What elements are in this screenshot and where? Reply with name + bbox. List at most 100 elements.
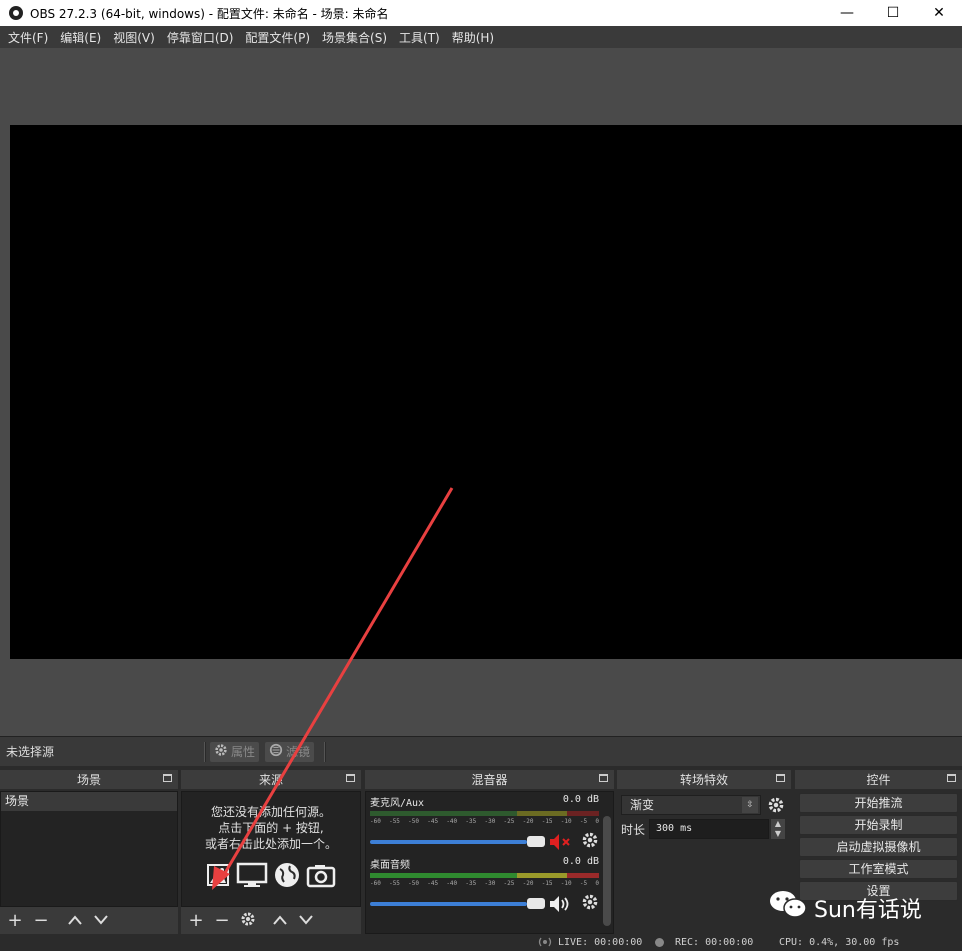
transition-select[interactable]: 渐变 ⇳ — [621, 795, 761, 815]
watermark: Sun有话说 — [768, 889, 922, 927]
sources-list[interactable]: 您还没有添加任何源。 点击下面的 + 按钮, 或者右击此处添加一个。 — [181, 791, 361, 907]
rec-time: REC: 00:00:00 — [675, 937, 754, 948]
gear-icon — [214, 743, 228, 760]
toolbar-divider — [204, 741, 206, 762]
menu-profile[interactable]: 配置文件(P) — [239, 29, 316, 46]
speaker-icon[interactable] — [549, 895, 573, 913]
desktop-audio-settings-gear-icon[interactable] — [581, 893, 599, 914]
scenes-dock-header: 场景 — [0, 770, 178, 789]
mixer-dock-title: 混音器 — [471, 773, 508, 787]
undock-icon[interactable] — [776, 774, 785, 782]
source-toolbar: 未选择源 属性 滤镜 — [0, 736, 962, 766]
empty-hint-line: 点击下面的 + 按钮, — [218, 821, 324, 835]
scenes-footer: + − — [0, 907, 178, 934]
menu-docks[interactable]: 停靠窗口(D) — [161, 29, 240, 46]
start-recording-button[interactable]: 开始录制 — [799, 815, 958, 835]
close-button[interactable]: ✕ — [916, 0, 962, 26]
transitions-dock-title: 转场特效 — [679, 773, 728, 787]
scenes-dock: 场景 场景 + − — [0, 770, 178, 934]
duration-spinner[interactable]: ▲ ▼ — [771, 819, 785, 839]
menu-file[interactable]: 文件(F) — [2, 29, 54, 46]
source-type-icons — [182, 862, 360, 891]
move-source-down-button[interactable] — [297, 912, 315, 930]
source-properties-gear-icon[interactable] — [239, 911, 257, 931]
mixer-scrollbar[interactable] — [603, 816, 611, 926]
meter-ticks: -60 -55 -50 -45 -40 -35 -30 -25 -20 -15 -10 -5 0 — [370, 818, 599, 825]
volume-slider-handle[interactable] — [527, 897, 545, 909]
remove-scene-button[interactable]: − — [32, 911, 50, 930]
scenes-dock-title: 场景 — [76, 773, 101, 787]
muted-speaker-icon[interactable] — [549, 833, 573, 851]
undock-icon[interactable] — [599, 774, 608, 782]
status-bar: LIVE: 00:00:00 REC: 00:00:00 CPU: 0.4%, … — [0, 934, 962, 951]
filters-label: 滤镜 — [286, 745, 311, 759]
globe-icon — [274, 862, 300, 891]
volume-slider[interactable] — [370, 897, 545, 909]
studio-mode-button[interactable]: 工作室模式 — [799, 859, 958, 879]
transitions-dock: 转场特效 渐变 ⇳ 时长 300 ms ▲ ▼ — [617, 770, 791, 934]
volume-meter — [370, 811, 599, 816]
toolbar-divider — [324, 741, 327, 762]
minimize-button[interactable]: — — [824, 0, 870, 26]
add-scene-button[interactable]: + — [6, 911, 24, 930]
menu-bar: 文件(F) 编辑(E) 视图(V) 停靠窗口(D) 配置文件(P) 场景集合(S… — [0, 26, 962, 48]
sources-dock-header: 来源 — [181, 770, 361, 789]
mic-settings-gear-icon[interactable] — [581, 831, 599, 852]
menu-help[interactable]: 帮助(H) — [446, 29, 500, 46]
controls-dock-title: 控件 — [866, 773, 891, 787]
properties-label: 属性 — [231, 745, 256, 759]
duration-input[interactable]: 300 ms — [649, 819, 769, 839]
obs-logo-icon — [9, 6, 23, 20]
empty-hint-line: 您还没有添加任何源。 — [210, 805, 331, 819]
undock-icon[interactable] — [163, 774, 172, 782]
remove-source-button[interactable]: − — [213, 911, 231, 930]
rec-icon — [655, 938, 664, 947]
sources-footer: + − — [181, 907, 361, 934]
live-icon — [536, 936, 554, 951]
transition-settings-gear-icon[interactable] — [765, 795, 787, 815]
mixer-channel-desktop: 桌面音频 0.0 dB -60 -55 -50 -45 -40 -35 -30 -25 -20-… — [370, 856, 599, 914]
properties-button[interactable]: 属性 — [210, 741, 260, 762]
filters-button[interactable]: 滤镜 — [265, 741, 315, 762]
start-virtual-camera-button[interactable]: 启动虚拟摄像机 — [799, 837, 958, 857]
watermark-text: Sun有话说 — [814, 898, 922, 923]
scenes-list[interactable]: 场景 — [0, 791, 178, 907]
move-scene-up-button[interactable] — [66, 912, 84, 930]
filter-icon — [269, 743, 283, 760]
sources-dock-title: 来源 — [258, 773, 283, 787]
meter-ticks: -60 -55 -50 -45 -40 -35 -30 -25 -20 -15 -10 -5 0 — [370, 880, 599, 887]
undock-icon[interactable] — [346, 774, 355, 782]
preview-canvas[interactable] — [10, 125, 962, 659]
mixer-body: 麦克风/Aux 0.0 dB -60 -55 -50 -45 -40 -35 -30 -25-… — [365, 791, 614, 934]
mixer-channel-mic: 麦克风/Aux 0.0 dB -60 -55 -50 -45 -40 -35 -30 -25-… — [370, 794, 599, 852]
channel-name: 麦克风/Aux — [370, 798, 425, 809]
volume-slider-handle[interactable] — [527, 835, 545, 847]
transitions-dock-header: 转场特效 — [617, 770, 791, 789]
sources-dock: 来源 您还没有添加任何源。 点击下面的 + 按钮, 或者右击此处添加一个。 + … — [181, 770, 361, 934]
empty-sources-hint: 您还没有添加任何源。 点击下面的 + 按钮, 或者右击此处添加一个。 — [182, 792, 360, 852]
window-title: OBS 27.2.3 (64-bit, windows) - 配置文件: 未命名… — [30, 6, 389, 21]
maximize-button[interactable]: ☐ — [870, 0, 916, 26]
image-icon — [206, 862, 230, 891]
camera-icon — [306, 862, 336, 891]
move-source-up-button[interactable] — [271, 912, 289, 930]
controls-dock-header: 控件 — [795, 770, 962, 789]
controls-body: 开始推流 开始录制 启动虚拟摄像机 工作室模式 设置 — [795, 791, 962, 901]
menu-scene-collection[interactable]: 场景集合(S) — [316, 29, 393, 46]
menu-view[interactable]: 视图(V) — [107, 29, 161, 46]
list-item[interactable]: 场景 — [1, 792, 177, 811]
cpu-fps: CPU: 0.4%, 30.00 fps — [779, 937, 900, 948]
live-time: LIVE: 00:00:00 — [558, 937, 643, 948]
empty-hint-line: 或者右击此处添加一个。 — [204, 837, 337, 851]
start-streaming-button[interactable]: 开始推流 — [799, 793, 958, 813]
menu-tools[interactable]: 工具(T) — [393, 29, 446, 46]
menu-edit[interactable]: 编辑(E) — [54, 29, 107, 46]
transitions-body: 渐变 ⇳ 时长 300 ms ▲ ▼ — [617, 791, 791, 934]
channel-level: 0.0 dB — [562, 856, 599, 867]
add-source-button[interactable]: + — [187, 911, 205, 930]
chevron-updown-icon: ⇳ — [742, 797, 758, 813]
undock-icon[interactable] — [947, 774, 956, 782]
move-scene-down-button[interactable] — [92, 912, 110, 930]
volume-slider[interactable] — [370, 835, 545, 847]
channel-name: 桌面音频 — [370, 860, 410, 871]
